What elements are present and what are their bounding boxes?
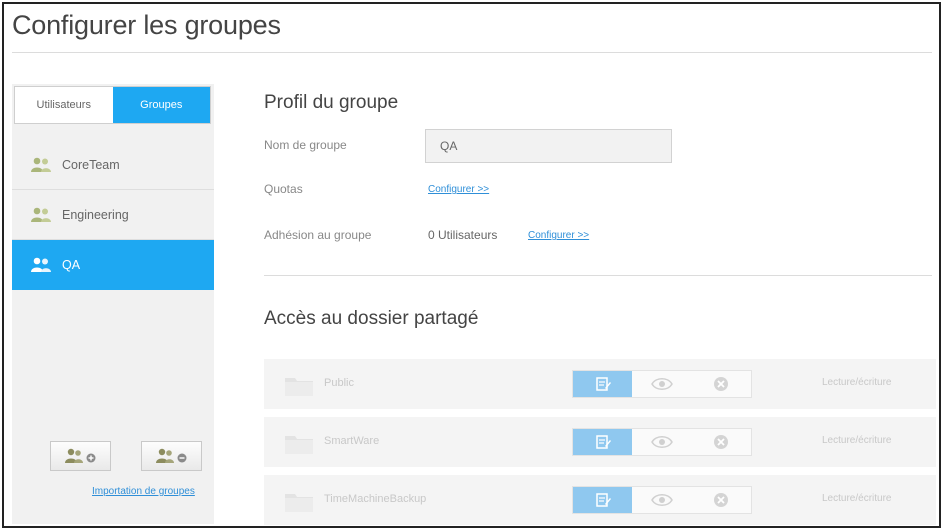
- no-access-button[interactable]: [692, 371, 751, 397]
- share-name: SmartWare: [324, 435, 380, 447]
- permission-selector: [572, 370, 752, 398]
- section-divider: [264, 275, 932, 276]
- share-row-smartware: SmartWare Lecture/écriture: [264, 417, 936, 467]
- group-name: CoreTeam: [62, 157, 120, 172]
- group-name: QA: [62, 257, 81, 272]
- share-access-status: Lecture/écriture: [822, 493, 892, 504]
- group-icon: [30, 157, 52, 173]
- remove-group-icon: [155, 448, 186, 463]
- edit-icon: [595, 435, 611, 449]
- tab-groupes[interactable]: Groupes: [112, 87, 210, 123]
- folder-icon: [284, 375, 314, 397]
- folder-icon: [284, 491, 314, 513]
- membership-count: 0 Utilisateurs: [428, 228, 498, 242]
- read-write-button[interactable]: [573, 371, 633, 397]
- edit-icon: [595, 377, 611, 391]
- share-name: Public: [324, 377, 354, 389]
- share-section-title: Accès au dossier partagé: [264, 308, 479, 329]
- group-name-field[interactable]: [425, 129, 672, 163]
- permission-selector: [572, 486, 752, 514]
- quotas-label: Quotas: [264, 182, 303, 196]
- share-row-public: Public Lecture/écriture: [264, 359, 936, 409]
- edit-icon: [595, 493, 611, 507]
- group-actions: [50, 441, 202, 471]
- title-divider: [12, 52, 932, 53]
- share-row-timemachinebackup: TimeMachineBackup Lecture/écriture: [264, 475, 936, 525]
- read-only-button[interactable]: [632, 429, 691, 455]
- sidebar-item-qa[interactable]: QA: [12, 240, 214, 290]
- group-list: CoreTeam Engineering QA: [12, 140, 214, 290]
- remove-group-button[interactable]: [141, 441, 202, 471]
- share-access-status: Lecture/écriture: [822, 435, 892, 446]
- configure-quotas-link[interactable]: Configurer >>: [428, 184, 489, 195]
- eye-icon: [651, 494, 673, 506]
- deny-icon: [714, 435, 729, 449]
- read-write-button[interactable]: [573, 429, 633, 455]
- configure-membership-link[interactable]: Configurer >>: [528, 230, 589, 241]
- view-switcher: Utilisateurs Groupes: [14, 86, 211, 124]
- deny-icon: [714, 377, 729, 391]
- no-access-button[interactable]: [692, 429, 751, 455]
- add-group-icon: [64, 448, 95, 463]
- group-icon: [30, 207, 52, 223]
- profile-section-title: Profil du groupe: [264, 92, 399, 113]
- app-window: Configurer les groupes Utilisateurs Grou…: [2, 2, 941, 528]
- import-groups-link[interactable]: Importation de groupes: [92, 486, 195, 497]
- eye-icon: [651, 378, 673, 390]
- deny-icon: [714, 493, 729, 507]
- page-title: Configurer les groupes: [12, 10, 281, 40]
- no-access-button[interactable]: [692, 487, 751, 513]
- read-only-button[interactable]: [632, 371, 691, 397]
- read-only-button[interactable]: [632, 487, 691, 513]
- share-name: TimeMachineBackup: [324, 493, 427, 505]
- share-access-status: Lecture/écriture: [822, 377, 892, 388]
- sidebar-item-coreteam[interactable]: CoreTeam: [12, 140, 214, 190]
- read-write-button[interactable]: [573, 487, 633, 513]
- eye-icon: [651, 436, 673, 448]
- folder-icon: [284, 433, 314, 455]
- group-name: Engineering: [62, 207, 129, 222]
- add-group-button[interactable]: [50, 441, 111, 471]
- tab-utilisateurs[interactable]: Utilisateurs: [15, 87, 113, 123]
- permission-selector: [572, 428, 752, 456]
- membership-label: Adhésion au groupe: [264, 228, 372, 242]
- sidebar-item-engineering[interactable]: Engineering: [12, 190, 214, 240]
- group-icon: [30, 257, 52, 273]
- sidebar: Utilisateurs Groupes CoreTeam Engineerin…: [12, 84, 214, 524]
- group-name-label: Nom de groupe: [264, 138, 347, 152]
